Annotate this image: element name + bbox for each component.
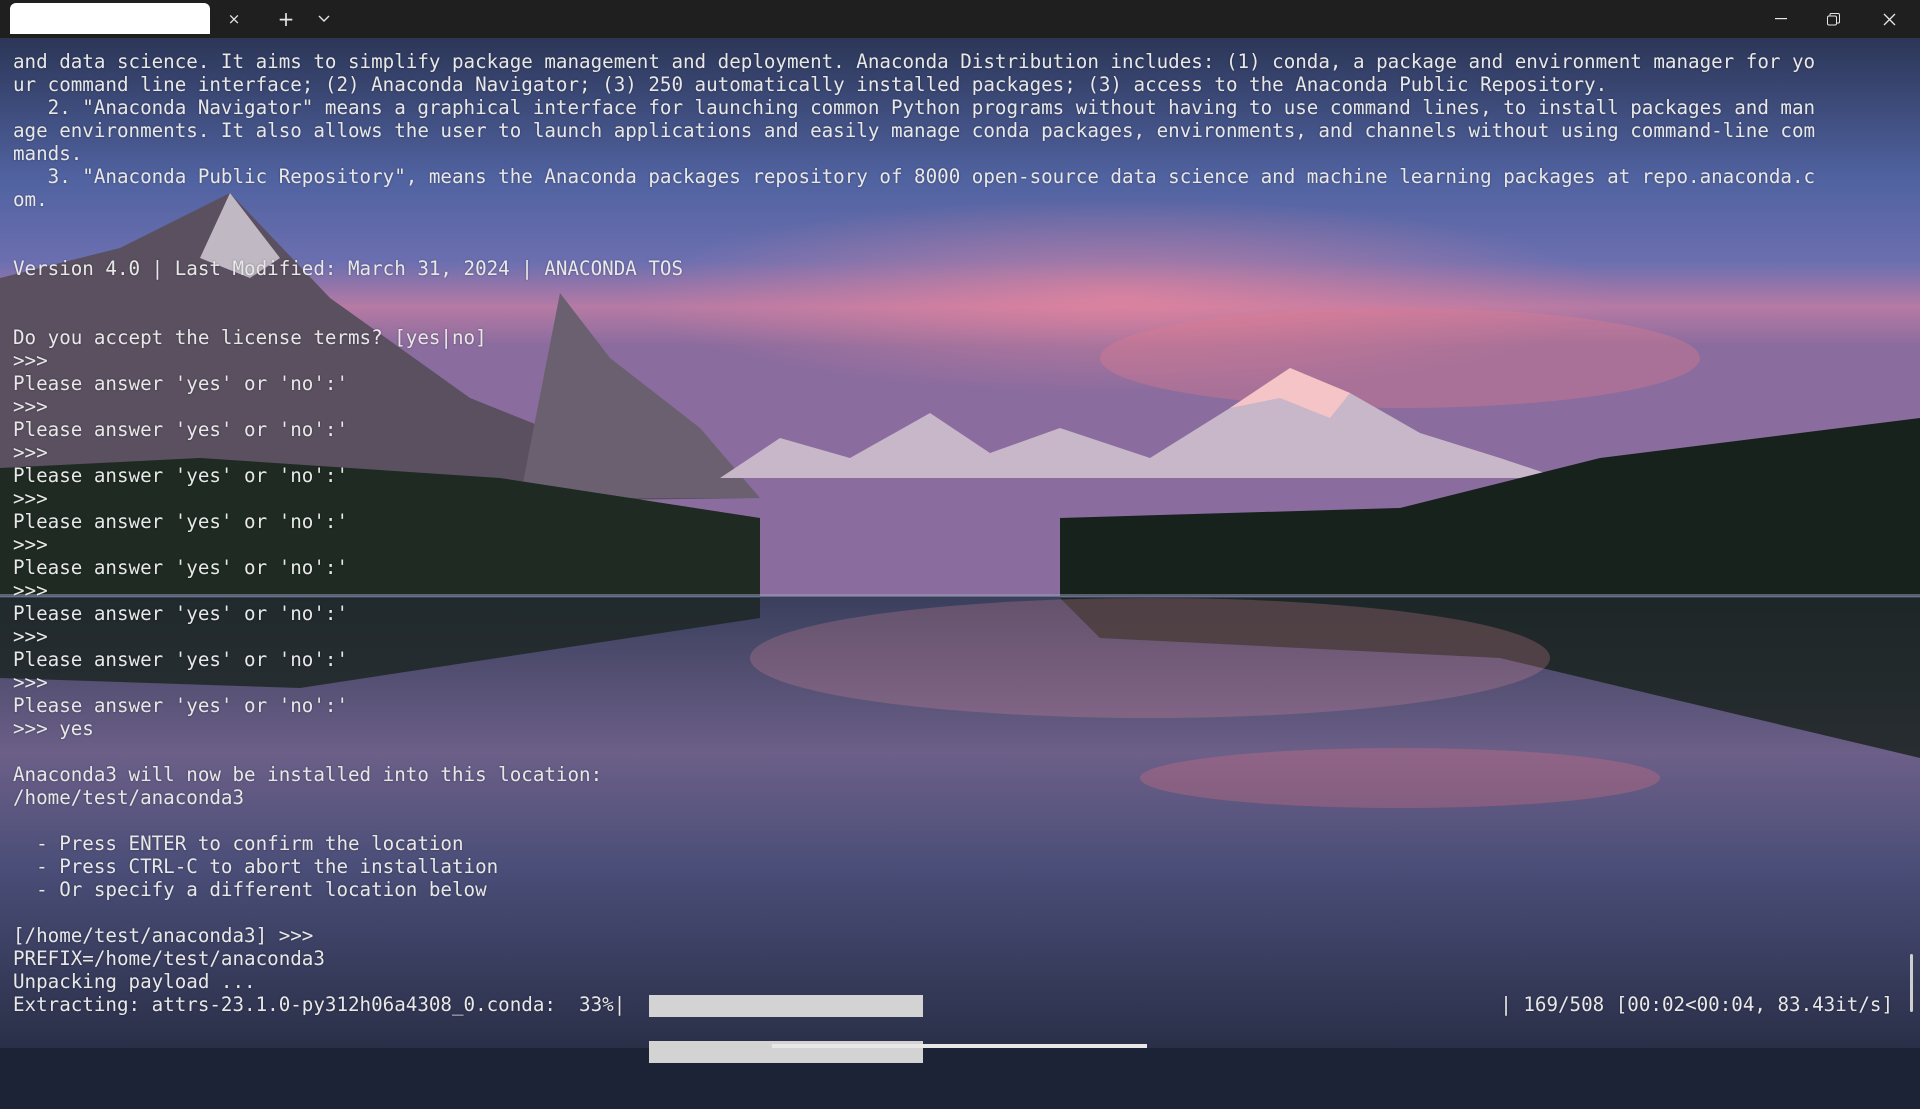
terminal-line: Do you accept the license terms? [yes|no… <box>13 326 487 349</box>
terminal-line: >>> <box>13 625 48 648</box>
terminal-line: om. <box>13 188 48 211</box>
terminal-line: >>> <box>13 671 48 694</box>
terminal-line: Please answer 'yes' or 'no':' <box>13 694 349 717</box>
chevron-down-icon[interactable] <box>308 4 340 34</box>
terminal-line: Please answer 'yes' or 'no':' <box>13 602 349 625</box>
title-bar: × + <box>0 0 1920 38</box>
minimize-icon[interactable] <box>1758 4 1804 34</box>
terminal-line: ur command line interface; (2) Anaconda … <box>13 73 1608 96</box>
vertical-scrollbar-thumb[interactable] <box>1910 954 1913 1012</box>
progress-bar <box>649 995 923 1063</box>
extraction-progress-line: Extracting: attrs-23.1.0-py312h06a4308_0… <box>13 993 1893 1063</box>
restore-icon[interactable] <box>1810 4 1856 34</box>
terminal-line: >>> <box>13 395 48 418</box>
terminal-line: Anaconda3 will now be installed into thi… <box>13 763 603 786</box>
terminal-line: PREFIX=/home/test/anaconda3 <box>13 947 325 970</box>
close-window-icon[interactable] <box>1866 4 1912 34</box>
terminal-line: >>> <box>13 533 48 556</box>
terminal-line: and data science. It aims to simplify pa… <box>13 50 1816 73</box>
terminal-line: >>> <box>13 579 48 602</box>
terminal-line: /home/test/anaconda3 <box>13 786 245 809</box>
new-tab-icon[interactable]: + <box>270 4 302 34</box>
terminal-line: 3. "Anaconda Public Repository", means t… <box>13 165 1816 188</box>
terminal-line: [/home/test/anaconda3] >>> <box>13 924 314 947</box>
terminal-line: Unpacking payload ... <box>13 970 256 993</box>
terminal-tab[interactable] <box>10 3 210 34</box>
terminal-line: age environments. It also allows the use… <box>13 119 1816 142</box>
terminal-line: mands. <box>13 142 83 165</box>
terminal-line: Please answer 'yes' or 'no':' <box>13 648 349 671</box>
terminal-line: Please answer 'yes' or 'no':' <box>13 556 349 579</box>
terminal-line: >>> <box>13 349 48 372</box>
terminal-line: Version 4.0 | Last Modified: March 31, 2… <box>13 257 684 280</box>
terminal-line: Please answer 'yes' or 'no':' <box>13 372 349 395</box>
terminal-line: >>> <box>13 487 48 510</box>
terminal-line: Please answer 'yes' or 'no':' <box>13 510 349 533</box>
terminal-line: - Press CTRL-C to abort the installation <box>13 855 499 878</box>
progress-label: Extracting: attrs-23.1.0-py312h06a4308_0… <box>13 993 626 1016</box>
terminal-output[interactable]: and data science. It aims to simplify pa… <box>13 50 1893 1063</box>
horizontal-scrollbar[interactable] <box>772 1044 1147 1048</box>
terminal-line: - Press ENTER to confirm the location <box>13 832 464 855</box>
progress-stats: | 169/508 [00:02<00:04, 83.43it/s] <box>1500 993 1893 1016</box>
terminal-line: Please answer 'yes' or 'no':' <box>13 464 349 487</box>
terminal-line: - Or specify a different location below <box>13 878 487 901</box>
terminal-line: >>> yes <box>13 717 94 740</box>
terminal-line: 2. "Anaconda Navigator" means a graphica… <box>13 96 1816 119</box>
tab-close-icon[interactable]: × <box>218 4 250 34</box>
terminal-line: >>> <box>13 441 48 464</box>
terminal-line: Please answer 'yes' or 'no':' <box>13 418 349 441</box>
